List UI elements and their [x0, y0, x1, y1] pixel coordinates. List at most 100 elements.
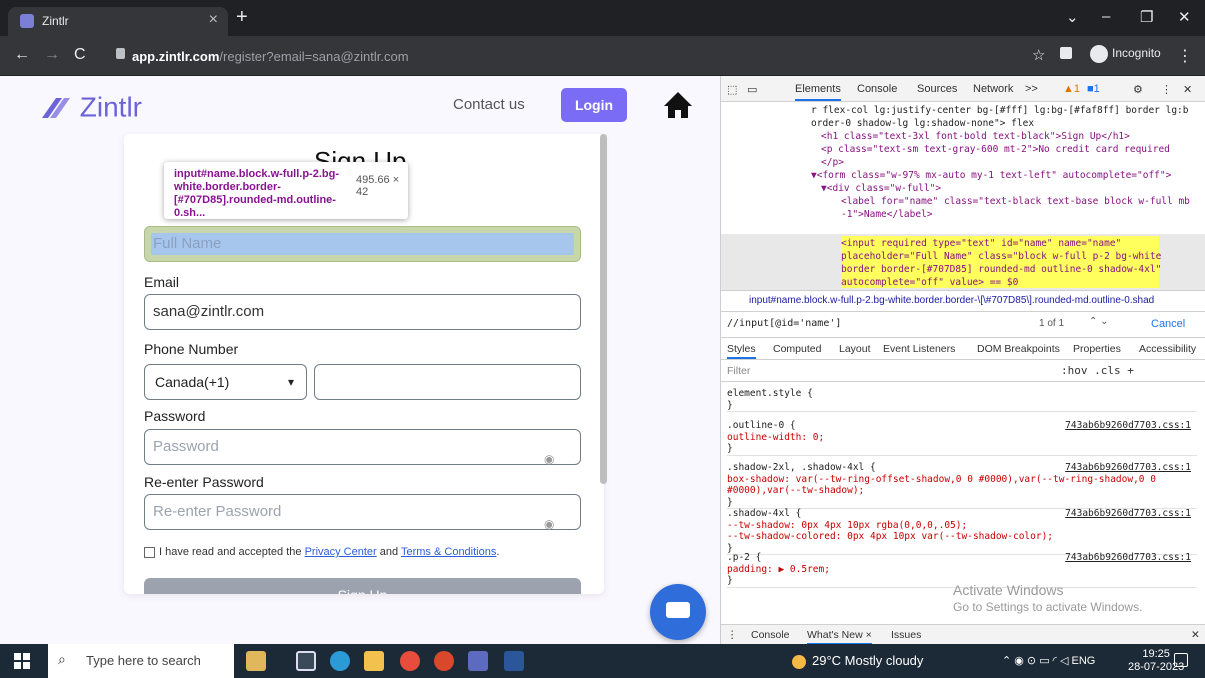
settings-gear-icon[interactable]: ⚙: [1133, 83, 1143, 96]
code-line[interactable]: -1">Name</label>: [841, 208, 933, 221]
terms-link[interactable]: Terms & Conditions: [401, 546, 496, 558]
devtools-close-icon[interactable]: ✕: [1183, 83, 1192, 96]
task-view-icon[interactable]: [296, 651, 316, 671]
rule-source-link[interactable]: 743ab6b9260d7703.css:1: [1065, 552, 1191, 564]
email-input[interactable]: sana@zintlr.com: [144, 294, 581, 330]
chat-bubble-icon: [666, 602, 690, 618]
side-panel-icon[interactable]: [1060, 47, 1072, 59]
drawer-tab-console[interactable]: Console: [751, 629, 790, 641]
tab-elements[interactable]: Elements: [795, 83, 841, 101]
subtab-properties[interactable]: Properties: [1073, 343, 1121, 355]
incognito-badge[interactable]: Incognito: [1090, 45, 1161, 63]
search-nav-arrows-icon[interactable]: ⌃ ⌄: [1089, 316, 1109, 327]
tab-console[interactable]: Console: [857, 83, 897, 95]
tab-sources[interactable]: Sources: [917, 83, 957, 95]
rule-source-link[interactable]: 743ab6b9260d7703.css:1: [1065, 508, 1191, 520]
reenter-password-input[interactable]: Re-enter Password ◉: [144, 494, 581, 531]
code-line[interactable]: <h1 class="text-3xl font-bold text-black…: [821, 130, 1130, 143]
code-line[interactable]: border border-[#707D85] rounded-md outli…: [841, 263, 1161, 276]
drawer-tab-whats-new[interactable]: What's New ×: [807, 629, 872, 645]
inspect-element-icon[interactable]: ⬚: [727, 83, 737, 96]
back-icon[interactable]: ←: [14, 46, 30, 64]
vscode-icon[interactable]: [468, 651, 488, 671]
phone-input[interactable]: [314, 364, 581, 400]
code-line[interactable]: </p>: [821, 156, 844, 169]
style-rule[interactable]: .shadow-4xl {743ab6b9260d7703.css:1 --tw…: [727, 508, 1197, 555]
word-icon[interactable]: [504, 651, 524, 671]
style-rule[interactable]: .outline-0 {743ab6b9260d7703.css:1 outli…: [727, 420, 1197, 456]
edge-icon[interactable]: [330, 651, 350, 671]
code-line[interactable]: <input required type="text" id="name" na…: [841, 237, 1121, 250]
new-tab-button[interactable]: +: [236, 6, 248, 29]
drawer-menu-icon[interactable]: ⋮: [727, 629, 738, 641]
code-line[interactable]: autocomplete="off" value> == $0: [841, 276, 1018, 289]
styles-filter-input[interactable]: Filter: [727, 365, 750, 377]
drawer-tab-issues[interactable]: Issues: [891, 629, 921, 641]
signup-button[interactable]: Sign Up: [144, 578, 581, 594]
home-icon[interactable]: [662, 90, 694, 120]
subtab-event-listeners[interactable]: Event Listeners: [883, 343, 955, 355]
rule-source-link[interactable]: 743ab6b9260d7703.css:1: [1065, 420, 1191, 432]
warning-badge[interactable]: ▲1: [1063, 83, 1080, 95]
eye-icon[interactable]: ◉: [544, 442, 556, 466]
more-tabs-button[interactable]: >>: [1025, 83, 1038, 95]
xpath-search-input[interactable]: //input[@id='name']: [727, 318, 841, 329]
zintlr-logo[interactable]: Zintlr: [38, 90, 142, 124]
code-line[interactable]: order-0 shadow-lg lg:shadow-none"> flex: [811, 117, 1034, 130]
forward-icon[interactable]: →: [44, 46, 60, 64]
country-select[interactable]: Canada(+1) ▾: [144, 364, 307, 400]
reload-icon[interactable]: C: [74, 46, 86, 64]
rule-source-link[interactable]: 743ab6b9260d7703.css:1: [1065, 462, 1191, 474]
file-explorer-group-icon[interactable]: [246, 651, 266, 671]
address-bar[interactable]: app.zintlr.com/register?email=sana@zintl…: [110, 43, 990, 69]
privacy-center-link[interactable]: Privacy Center: [305, 546, 377, 558]
code-line[interactable]: <p class="text-sm text-gray-600 mt-2">No…: [821, 143, 1170, 156]
code-line[interactable]: ▼<form class="w-97% mx-auto my-1 text-le…: [811, 169, 1171, 182]
style-rule[interactable]: .shadow-2xl, .shadow-4xl {743ab6b9260d77…: [727, 462, 1197, 509]
style-rule[interactable]: element.style {}: [727, 388, 1197, 412]
contact-us-link[interactable]: Contact us: [453, 96, 525, 113]
chat-button[interactable]: [650, 584, 706, 640]
code-line[interactable]: <label for="name" class="text-black text…: [841, 195, 1190, 208]
taskbar-search[interactable]: ⌕ Type here to search: [48, 644, 234, 678]
tab-network[interactable]: Network: [973, 83, 1013, 95]
drawer-close-icon[interactable]: ✕: [1191, 629, 1200, 641]
browser-menu-icon[interactable]: ⋮: [1177, 46, 1193, 66]
devtools-menu-icon[interactable]: ⋮: [1161, 83, 1172, 96]
full-name-input[interactable]: Full Name: [144, 226, 581, 262]
tab-search-icon[interactable]: ⌄: [1066, 8, 1079, 26]
subtab-layout[interactable]: Layout: [839, 343, 871, 355]
device-toolbar-icon[interactable]: ▭: [747, 83, 757, 96]
page-scrollbar[interactable]: [600, 134, 607, 484]
subtab-computed[interactable]: Computed: [773, 343, 821, 355]
system-tray[interactable]: ⌃ ◉ ⊙ ▭ ◜ ◁ ENG: [1002, 654, 1095, 667]
notification-icon[interactable]: [1174, 653, 1188, 667]
bookmark-star-icon[interactable]: ☆: [1032, 46, 1045, 64]
subtab-styles[interactable]: Styles: [727, 343, 756, 359]
password-input[interactable]: Password ◉: [144, 429, 581, 466]
elements-tree[interactable]: r flex-col lg:justify-center bg-[#fff] l…: [721, 102, 1205, 290]
code-line[interactable]: placeholder="Full Name" class="block w-f…: [841, 250, 1161, 263]
eye-icon[interactable]: ◉: [544, 507, 556, 531]
node-breadcrumb[interactable]: input#name.block.w-full.p-2.bg-white.bor…: [721, 290, 1205, 312]
folder-icon[interactable]: [364, 651, 384, 671]
close-window-button[interactable]: ✕: [1178, 8, 1191, 26]
windows-start-icon[interactable]: [14, 653, 30, 669]
subtab-dom-breakpoints[interactable]: DOM Breakpoints: [977, 343, 1060, 355]
subtab-accessibility[interactable]: Accessibility: [1139, 343, 1196, 355]
chrome-icon[interactable]: [400, 651, 420, 671]
code-line[interactable]: ▼<div class="w-full">: [821, 182, 941, 195]
message-badge[interactable]: ■1: [1087, 83, 1100, 95]
tab-close-icon[interactable]: ×: [209, 11, 218, 29]
restore-button[interactable]: ❐: [1140, 8, 1153, 26]
terms-checkbox[interactable]: [144, 546, 155, 558]
watermark-subtitle: Go to Settings to activate Windows.: [953, 600, 1143, 614]
login-button[interactable]: Login: [561, 88, 627, 122]
code-line[interactable]: r flex-col lg:justify-center bg-[#fff] l…: [811, 104, 1189, 117]
weather-widget[interactable]: 29°C Mostly cloudy: [792, 653, 923, 669]
chrome-incognito-icon[interactable]: [434, 651, 454, 671]
browser-tab[interactable]: Zintlr ×: [8, 7, 228, 36]
search-cancel-button[interactable]: Cancel: [1151, 318, 1185, 330]
minimize-button[interactable]: –: [1102, 8, 1110, 25]
styles-filter-tools[interactable]: :hov .cls +: [1061, 364, 1134, 377]
